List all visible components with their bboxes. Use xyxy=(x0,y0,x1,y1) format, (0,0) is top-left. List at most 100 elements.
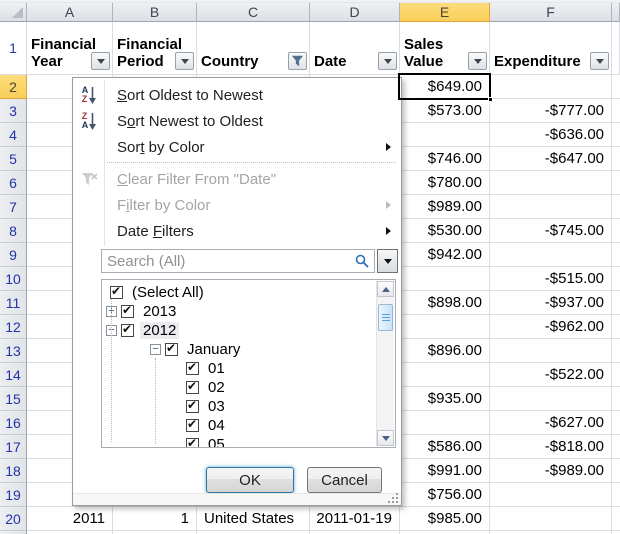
tree-item-january[interactable]: January xyxy=(102,340,395,359)
filter-dropdown-button-expenditure[interactable] xyxy=(590,52,609,70)
cell-F13[interactable] xyxy=(490,339,612,363)
tree-item-select-all[interactable]: (Select All) xyxy=(102,283,395,302)
column-header-A[interactable]: A xyxy=(27,3,113,22)
header-cell-financial-year[interactable]: Financial Year xyxy=(27,22,113,75)
row-header-3[interactable]: 3 xyxy=(0,99,27,123)
menu-item-sort-by-color[interactable]: Sort by Color xyxy=(73,134,400,160)
cell-F5[interactable]: -$647.00 xyxy=(490,147,612,171)
cell-E18[interactable]: $991.00 xyxy=(400,459,490,483)
row-header-13[interactable]: 13 xyxy=(0,339,27,363)
row-header-1[interactable]: 1 xyxy=(0,22,27,75)
tree-scrollbar[interactable] xyxy=(376,281,394,446)
cell-F12[interactable]: -$962.00 xyxy=(490,315,612,339)
cell-F2[interactable] xyxy=(490,75,612,99)
checkbox-checked-icon[interactable] xyxy=(121,305,134,318)
row-header-15[interactable]: 15 xyxy=(0,387,27,411)
row-header-9[interactable]: 9 xyxy=(0,243,27,267)
collapse-icon[interactable] xyxy=(150,344,161,355)
checkbox-checked-icon[interactable] xyxy=(186,438,199,448)
cell-A20[interactable]: 2011 xyxy=(27,507,113,531)
cell-F14[interactable]: -$522.00 xyxy=(490,363,612,387)
header-cell-financial-period[interactable]: Financial Period xyxy=(113,22,197,75)
header-cell-date[interactable]: Date xyxy=(310,22,400,75)
filter-dropdown-button-date[interactable] xyxy=(378,52,397,70)
filter-dropdown-button-sales[interactable] xyxy=(468,52,487,70)
select-all-corner[interactable] xyxy=(0,3,27,22)
cell-E7[interactable]: $989.00 xyxy=(400,195,490,219)
row-header-14[interactable]: 14 xyxy=(0,363,27,387)
tree-item-05[interactable]: 05 xyxy=(102,435,395,448)
tree-item-2013[interactable]: 2013 xyxy=(102,302,395,321)
cell-F7[interactable] xyxy=(490,195,612,219)
menu-item-sort-newest[interactable]: ZA Sort Newest to Oldest xyxy=(73,108,400,134)
row-header-11[interactable]: 11 xyxy=(0,291,27,315)
cell-E14[interactable] xyxy=(400,363,490,387)
scroll-up-button[interactable] xyxy=(377,281,394,297)
column-header-F[interactable]: F xyxy=(490,3,612,22)
cell-F18[interactable]: -$989.00 xyxy=(490,459,612,483)
row-header-19[interactable]: 19 xyxy=(0,483,27,507)
cell-F6[interactable] xyxy=(490,171,612,195)
header-cell-expenditure[interactable]: Expenditure xyxy=(490,22,612,75)
checkbox-checked-icon[interactable] xyxy=(110,286,123,299)
cell-E13[interactable]: $896.00 xyxy=(400,339,490,363)
cell-F11[interactable]: -$937.00 xyxy=(490,291,612,315)
cell-F8[interactable]: -$745.00 xyxy=(490,219,612,243)
tree-item-01[interactable]: 01 xyxy=(102,359,395,378)
cell-E4[interactable] xyxy=(400,123,490,147)
scrollbar-thumb[interactable] xyxy=(378,304,393,331)
search-input[interactable] xyxy=(102,253,355,270)
cell-E20[interactable]: $985.00 xyxy=(400,507,490,531)
cell-E15[interactable]: $935.00 xyxy=(400,387,490,411)
cell-F20[interactable] xyxy=(490,507,612,531)
cell-F9[interactable] xyxy=(490,243,612,267)
column-header-D[interactable]: D xyxy=(310,3,400,22)
ok-button[interactable]: OK xyxy=(206,467,294,493)
cell-F19[interactable] xyxy=(490,483,612,507)
search-scope-dropdown-button[interactable] xyxy=(377,249,398,273)
cell-E17[interactable]: $586.00 xyxy=(400,435,490,459)
header-cell-sales-value[interactable]: Sales Value xyxy=(400,22,490,75)
cell-E16[interactable] xyxy=(400,411,490,435)
cell-F15[interactable] xyxy=(490,387,612,411)
column-header-C[interactable]: C xyxy=(197,3,310,22)
cell-F3[interactable]: -$777.00 xyxy=(490,99,612,123)
row-header-17[interactable]: 17 xyxy=(0,435,27,459)
column-header-B[interactable]: B xyxy=(113,3,197,22)
cell-E3[interactable]: $573.00 xyxy=(400,99,490,123)
tree-item-02[interactable]: 02 xyxy=(102,378,395,397)
checkbox-checked-icon[interactable] xyxy=(186,362,199,375)
row-header-20[interactable]: 20 xyxy=(0,507,27,531)
cell-E10[interactable] xyxy=(400,267,490,291)
filter-active-button-country[interactable] xyxy=(288,52,307,70)
menu-item-clear-filter[interactable]: Clear Filter From "Date" xyxy=(73,166,400,192)
cell-C20[interactable]: United States xyxy=(197,507,310,531)
cell-E8[interactable]: $530.00 xyxy=(400,219,490,243)
checkbox-checked-icon[interactable] xyxy=(186,381,199,394)
cell-B20[interactable]: 1 xyxy=(113,507,197,531)
cell-E5[interactable]: $746.00 xyxy=(400,147,490,171)
filter-dropdown-button-year[interactable] xyxy=(91,52,110,70)
row-header-5[interactable]: 5 xyxy=(0,147,27,171)
cell-E2[interactable]: $649.00 xyxy=(400,75,490,99)
tree-item-03[interactable]: 03 xyxy=(102,397,395,416)
filter-dropdown-button-period[interactable] xyxy=(175,52,194,70)
menu-item-filter-by-color[interactable]: Filter by Color xyxy=(73,192,400,218)
checkbox-checked-icon[interactable] xyxy=(165,343,178,356)
cell-F10[interactable]: -$515.00 xyxy=(490,267,612,291)
column-header-E-selected[interactable]: E xyxy=(400,3,490,22)
row-header-4[interactable]: 4 xyxy=(0,123,27,147)
checkbox-checked-icon[interactable] xyxy=(186,419,199,432)
header-cell-country[interactable]: Country xyxy=(197,22,310,75)
cell-E11[interactable]: $898.00 xyxy=(400,291,490,315)
row-header-8[interactable]: 8 xyxy=(0,219,27,243)
cell-F16[interactable]: -$627.00 xyxy=(490,411,612,435)
menu-item-sort-oldest[interactable]: AZ Sort Oldest to Newest xyxy=(73,82,400,108)
tree-item-04[interactable]: 04 xyxy=(102,416,395,435)
checkbox-checked-icon[interactable] xyxy=(121,324,134,337)
cell-E9[interactable]: $942.00 xyxy=(400,243,490,267)
row-header-16[interactable]: 16 xyxy=(0,411,27,435)
row-header-7[interactable]: 7 xyxy=(0,195,27,219)
row-header-12[interactable]: 12 xyxy=(0,315,27,339)
cancel-button[interactable]: Cancel xyxy=(307,467,382,493)
